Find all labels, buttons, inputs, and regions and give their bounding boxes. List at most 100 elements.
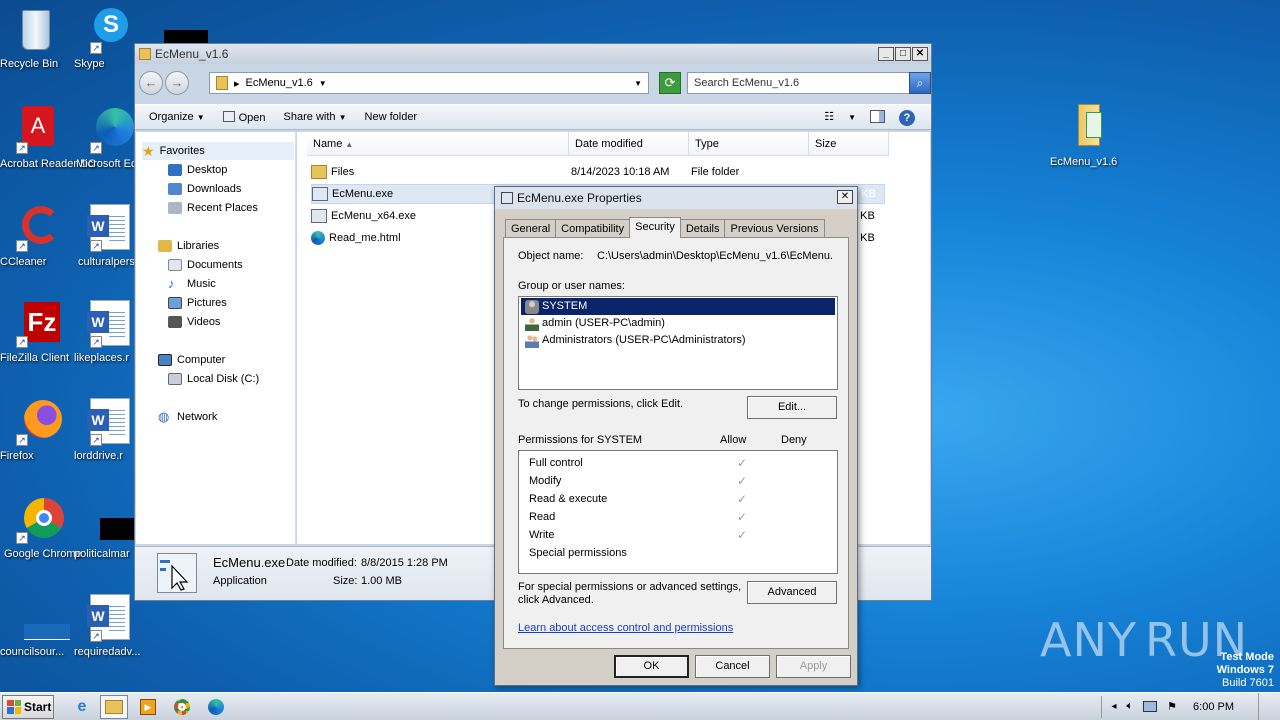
desktop-icon-chrome[interactable]: ↗ Google Chrome	[0, 496, 82, 560]
close-button[interactable]: ✕	[912, 47, 928, 61]
view-tools: ☷ ▼ ?	[824, 110, 915, 126]
action-center-flag-icon[interactable]: ⚑	[1167, 700, 1177, 713]
minimize-button[interactable]: _	[878, 47, 894, 61]
tab-previous-versions[interactable]: Previous Versions	[724, 219, 825, 238]
refresh-button[interactable]: ⟳	[659, 72, 681, 94]
column-header-size[interactable]: Size	[809, 132, 889, 156]
nav-computer[interactable]: Computer	[158, 351, 225, 369]
nav-local-disk[interactable]: Local Disk (C:)	[168, 370, 259, 388]
desktop-icon-label: Skype	[74, 58, 105, 70]
tab-compatibility[interactable]: Compatibility	[555, 219, 631, 238]
network-tray-icon[interactable]	[1143, 701, 1158, 712]
start-button[interactable]: Start	[2, 694, 54, 719]
back-button[interactable]: ←	[139, 71, 163, 95]
search-input[interactable]: Search EcMenu_v1.6	[687, 72, 911, 94]
show-hidden-icons-icon[interactable]: ◂	[1112, 701, 1117, 712]
tab-general[interactable]: General	[505, 219, 557, 238]
taskbar-explorer-icon[interactable]	[100, 694, 128, 719]
change-view-icon[interactable]: ☷	[824, 110, 834, 126]
redacted-icon	[86, 496, 146, 544]
nav-desktop[interactable]: Desktop	[168, 161, 227, 179]
details-date-label: Date modified:	[286, 557, 357, 569]
organize-button[interactable]: Organize ▼	[149, 111, 205, 123]
help-icon[interactable]: ?	[899, 110, 915, 126]
ok-button[interactable]: OK	[614, 655, 689, 678]
desktop-icon-recycle-bin[interactable]: Recycle Bin	[0, 6, 72, 70]
desktop-icon-filezilla[interactable]: Fz ↗ FileZilla Client	[0, 300, 72, 364]
nav-recent-places[interactable]: Recent Places	[168, 199, 258, 217]
permission-name: Special permissions	[529, 547, 627, 559]
computer-icon	[158, 354, 172, 366]
nav-pictures[interactable]: Pictures	[168, 294, 227, 312]
acrobat-icon: A ↗	[12, 106, 60, 154]
close-button[interactable]: ✕	[837, 190, 853, 204]
star-icon: ★	[142, 143, 155, 159]
column-header-date[interactable]: Date modified	[569, 132, 689, 156]
nav-documents[interactable]: Documents	[168, 256, 243, 274]
forward-button[interactable]: →	[165, 71, 189, 95]
nav-libraries[interactable]: Libraries	[158, 237, 219, 255]
explorer-titlebar[interactable]: EcMenu_v1.6	[135, 44, 931, 64]
tab-details[interactable]: Details	[679, 219, 726, 238]
share-with-button[interactable]: Share with ▼	[284, 111, 347, 123]
preview-pane-icon[interactable]	[870, 110, 885, 123]
volume-icon[interactable]: 🔈︎	[1127, 700, 1134, 713]
word-document-icon: ↗	[86, 204, 134, 252]
watermark-line-3: Build 7601	[1222, 677, 1274, 689]
cancel-button[interactable]: Cancel	[695, 655, 770, 678]
taskbar-ie-icon[interactable]: e	[68, 695, 96, 719]
shortcut-arrow-icon: ↗	[90, 240, 102, 252]
column-label: Name	[313, 138, 343, 150]
desktop-icon-ccleaner[interactable]: ↗ CCleaner	[0, 204, 72, 268]
tab-security[interactable]: Security	[629, 217, 681, 238]
maximize-button[interactable]: □	[895, 47, 911, 61]
windows-logo-icon	[7, 699, 21, 714]
user-row-system[interactable]: SYSTEM	[521, 298, 835, 315]
open-button[interactable]: Open	[222, 110, 266, 124]
taskbar-media-player-icon[interactable]: ▶	[134, 695, 162, 719]
edit-button[interactable]: Edit...	[747, 396, 837, 419]
start-label: Start	[24, 699, 52, 714]
column-header-type[interactable]: Type	[689, 132, 809, 156]
apply-button[interactable]: Apply	[776, 655, 851, 678]
desktop-icon-label: likeplaces.r	[74, 352, 130, 364]
column-header-name[interactable]: Name ▲	[307, 132, 569, 156]
dialog-titlebar[interactable]: EcMenu.exe Properties	[495, 187, 857, 209]
view-dropdown-icon[interactable]: ▼	[848, 110, 856, 126]
file-row[interactable]: Files 8/14/2023 10:18 AM File folder	[311, 162, 891, 182]
nav-music[interactable]: ♪ Music	[168, 275, 216, 293]
permission-row: Full control ✓	[529, 454, 829, 472]
user-row-admin[interactable]: admin (USER-PC\admin)	[521, 315, 835, 332]
shortcut-arrow-icon: ↗	[16, 240, 28, 252]
desktop-icon-acrobat[interactable]: A ↗ Acrobat Reader DC	[0, 106, 96, 170]
show-desktop-button[interactable]	[1258, 693, 1270, 720]
desktop-icon	[168, 164, 182, 176]
new-folder-button[interactable]: New folder	[365, 111, 418, 123]
nav-label: Videos	[187, 316, 221, 328]
nav-label: Favorites	[159, 145, 205, 157]
desktop-icon-councilsour[interactable]: councilsour...	[0, 594, 72, 658]
search-icon[interactable]: ⌕	[909, 72, 931, 94]
nav-favorites[interactable]: ★ Favorites	[142, 142, 294, 160]
word-document-icon: ↗	[86, 300, 134, 348]
taskbar-chrome-icon[interactable]	[168, 695, 196, 719]
address-bar[interactable]: ▸ EcMenu_v1.6 ▼ ▼	[209, 72, 649, 94]
desktop-icon-label: politicalmar	[74, 548, 130, 560]
nav-videos[interactable]: Videos	[168, 313, 220, 331]
details-date-value: 8/8/2015 1:28 PM	[361, 557, 448, 569]
desktop-icon-ecmenu-folder[interactable]: EcMenu_v1.6	[1050, 104, 1122, 168]
advanced-button[interactable]: Advanced	[747, 581, 837, 604]
nav-network[interactable]: ◍ Network	[158, 408, 217, 426]
nav-downloads[interactable]: Downloads	[168, 180, 241, 198]
taskbar-edge-icon[interactable]	[202, 695, 230, 719]
allow-check-icon: ✓	[737, 528, 748, 542]
user-row-administrators[interactable]: Administrators (USER-PC\Administrators)	[521, 332, 835, 349]
desktop-icon-firefox[interactable]: ↗ Firefox	[0, 398, 72, 462]
clock[interactable]: 6:00 PM	[1193, 701, 1234, 713]
access-control-help-link[interactable]: Learn about access control and permissio…	[518, 622, 733, 634]
breadcrumb-dropdown-icon[interactable]: ▼	[319, 79, 327, 88]
desktop-icon-requiredadv[interactable]: ↗ requiredadv...	[74, 594, 146, 658]
breadcrumb-current[interactable]: EcMenu_v1.6	[246, 77, 313, 89]
desktop-icon-label: CCleaner	[0, 256, 47, 268]
address-history-dropdown-icon[interactable]: ▼	[634, 79, 642, 88]
